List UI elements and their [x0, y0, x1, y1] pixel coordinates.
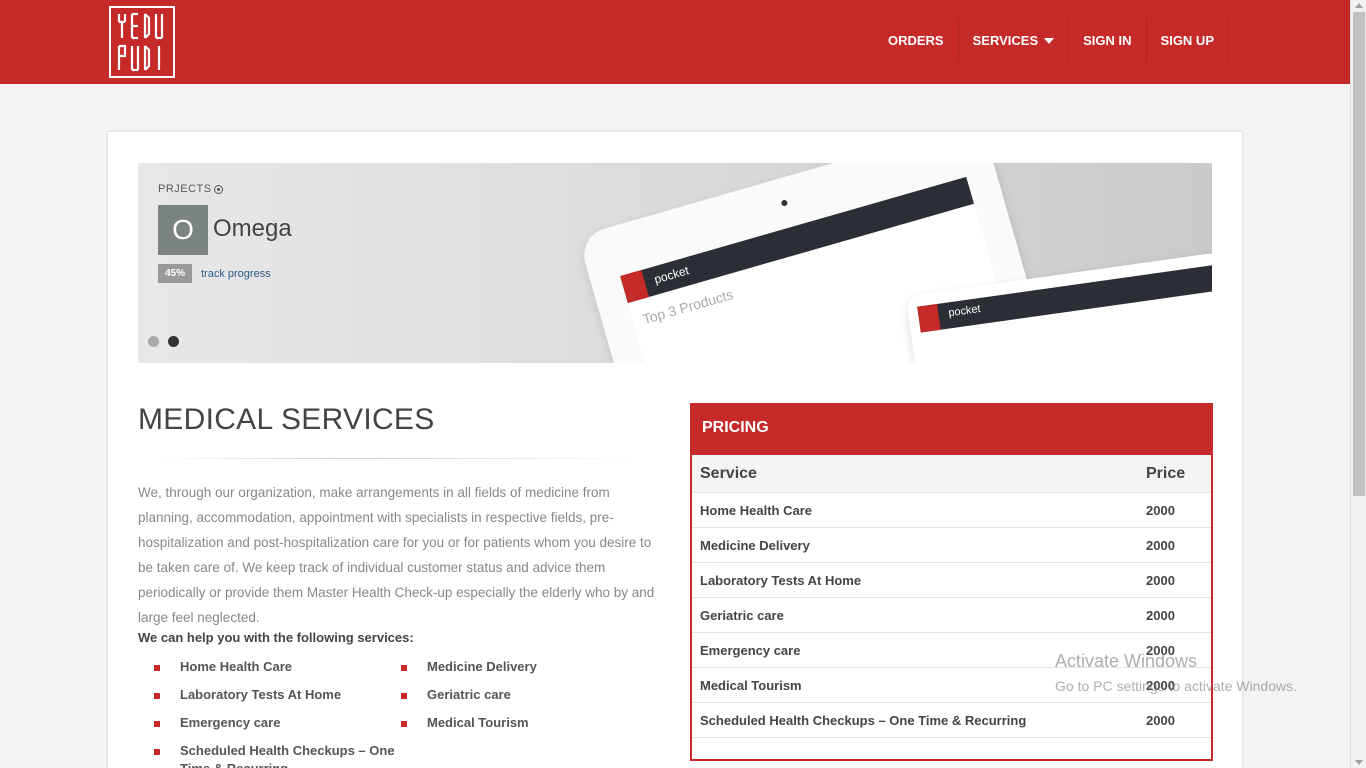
- row-price: 2000: [1146, 712, 1175, 728]
- list-item: Home Health Care: [152, 658, 399, 676]
- row-service: Scheduled Health Checkups – One Time & R…: [700, 712, 1027, 728]
- list-item: Scheduled Health Checkups – One Time & R…: [152, 742, 399, 768]
- progress-badge: 45%: [158, 264, 192, 283]
- row-service: Geriatric care: [700, 607, 784, 623]
- pricing-header-row: Service Price: [692, 455, 1211, 493]
- tablet-camera: [780, 199, 789, 207]
- col-header-price: Price: [1146, 464, 1186, 482]
- row-service: Laboratory Tests At Home: [700, 572, 862, 588]
- row-price: 2000: [1146, 572, 1175, 588]
- projects-label-text: PRJECTS: [158, 183, 212, 195]
- table-row: Geriatric care 2000: [692, 598, 1211, 633]
- medical-services-title: MEDICAL SERVICES: [138, 403, 435, 436]
- tablet-app-bar: pocket: [620, 176, 974, 304]
- page-scrollbar[interactable]: [1350, 0, 1366, 768]
- list-item: Medicine Delivery: [399, 658, 639, 676]
- circle-dot-icon: [213, 184, 223, 194]
- slider-dot-2[interactable]: [168, 336, 179, 347]
- row-price: 2000: [1146, 642, 1175, 658]
- table-row: Laboratory Tests At Home 2000: [692, 563, 1211, 598]
- table-row: Home Health Care 2000: [692, 493, 1211, 528]
- nav-services[interactable]: SERVICES: [959, 19, 1070, 63]
- slider-pagination: [148, 336, 179, 347]
- list-item: Emergency care: [152, 714, 399, 732]
- pricing-title: PRICING: [692, 405, 1211, 455]
- project-name: Omega: [213, 215, 292, 242]
- nav-sign-in-label: SIGN IN: [1083, 33, 1132, 48]
- list-item: Geriatric care: [399, 686, 639, 704]
- nav-sign-in[interactable]: SIGN IN: [1069, 19, 1147, 63]
- table-row: Emergency care 2000: [692, 633, 1211, 668]
- row-price: 2000: [1146, 677, 1175, 693]
- main-nav: ORDERS SERVICES SIGN IN SIGN UP: [874, 19, 1229, 63]
- nav-orders[interactable]: ORDERS: [874, 19, 959, 63]
- list-item: Medical Tourism: [399, 714, 639, 732]
- medical-description: We, through our organization, make arran…: [138, 485, 655, 625]
- scrollbar-thumb[interactable]: [1353, 12, 1365, 496]
- top-navbar: ORDERS SERVICES SIGN IN SIGN UP: [0, 0, 1350, 84]
- brand-logo[interactable]: [109, 6, 175, 78]
- table-row: Medicine Delivery 2000: [692, 528, 1211, 563]
- col-header-service: Service: [700, 464, 757, 482]
- row-service: Medicine Delivery: [700, 537, 810, 553]
- logo-mark-icon: [117, 12, 164, 72]
- tablet-app-name: pocket: [652, 263, 691, 287]
- project-avatar: O: [158, 205, 208, 255]
- slider-dot-1[interactable]: [148, 336, 159, 347]
- row-service: Home Health Care: [700, 502, 812, 518]
- nav-services-label: SERVICES: [972, 33, 1039, 48]
- services-intro: We can help you with the following servi…: [138, 630, 414, 645]
- track-progress-link[interactable]: track progress: [201, 268, 271, 280]
- caret-down-icon: [1044, 38, 1055, 44]
- scroll-up-icon[interactable]: [1355, 3, 1363, 8]
- tablet-app-icon: [620, 270, 650, 304]
- row-price: 2000: [1146, 502, 1175, 518]
- row-service: Medical Tourism: [700, 677, 802, 693]
- table-row: Scheduled Health Checkups – One Time & R…: [692, 703, 1211, 738]
- nav-orders-label: ORDERS: [887, 33, 944, 48]
- row-price: 2000: [1146, 537, 1175, 553]
- table-row: Medical Tourism 2000: [692, 668, 1211, 703]
- scroll-down-icon[interactable]: [1355, 760, 1363, 765]
- nav-sign-up[interactable]: SIGN UP: [1147, 19, 1229, 63]
- pricing-panel: PRICING Service Price Home Health Care 20…: [690, 403, 1213, 761]
- title-divider: [158, 458, 638, 459]
- nav-sign-up-label: SIGN UP: [1160, 33, 1214, 48]
- project-slider[interactable]: pocket Top 3 Products pocket PRJECTS O O…: [138, 163, 1212, 363]
- list-item: Laboratory Tests At Home: [152, 686, 399, 704]
- device-app-icon: [917, 303, 941, 333]
- row-service: Emergency care: [700, 642, 801, 658]
- projects-label: PRJECTS: [158, 183, 223, 195]
- device-app-name: pocket: [947, 302, 982, 320]
- services-list: Home Health Care Medicine Delivery Labor…: [152, 658, 652, 768]
- content-card: pocket Top 3 Products pocket PRJECTS O O…: [107, 131, 1243, 768]
- row-price: 2000: [1146, 607, 1175, 623]
